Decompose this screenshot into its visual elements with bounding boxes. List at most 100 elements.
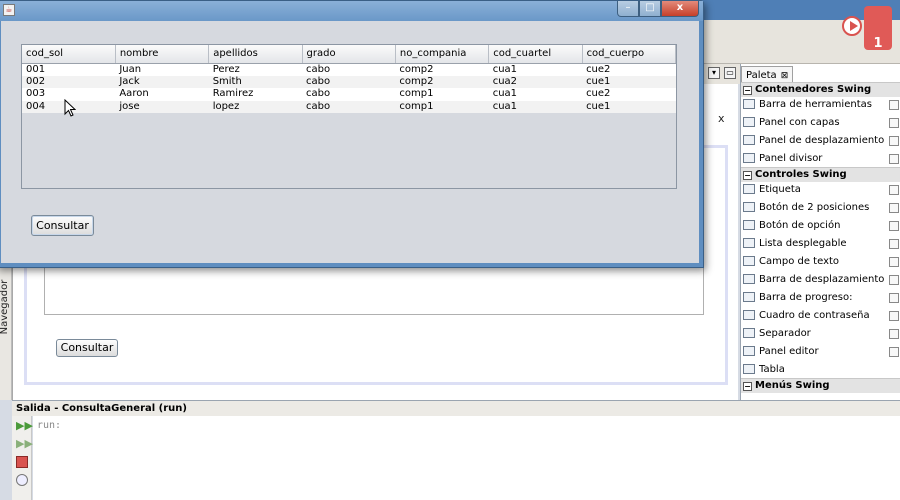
table-cell[interactable]: lopez: [208, 100, 303, 113]
table-cell[interactable]: cua1: [488, 100, 583, 113]
table-cell[interactable]: Perez: [208, 63, 303, 76]
palette-item[interactable]: Barra de progreso:: [743, 289, 899, 307]
settings-icon[interactable]: [16, 474, 28, 486]
rerun-different-icon[interactable]: ▶▶: [16, 438, 33, 450]
palette-item-label: Cuadro de contraseña: [759, 310, 870, 321]
designer-consultar-button[interactable]: Consultar: [56, 339, 118, 357]
editor-close-button[interactable]: x: [718, 112, 725, 125]
palette-item-label: Botón de opción: [759, 220, 841, 231]
column-header[interactable]: cod_sol: [22, 45, 116, 64]
preview-icon: [889, 293, 899, 303]
table-cell[interactable]: Smith: [208, 75, 303, 88]
tab-restore-icon[interactable]: ▭: [724, 67, 736, 79]
column-header[interactable]: nombre: [115, 45, 210, 64]
column-header[interactable]: cod_cuartel: [488, 45, 583, 64]
palette-item[interactable]: Lista desplegable: [743, 235, 899, 253]
preview-icon: [889, 347, 899, 357]
category-label: Menús Swing: [755, 380, 830, 391]
label-icon: [743, 184, 755, 194]
palette-item[interactable]: Botón de opción: [743, 217, 899, 235]
window-titlebar[interactable]: ☕ – □ x: [0, 1, 703, 21]
palette-item[interactable]: Barra de desplazamiento: [743, 271, 899, 289]
table-cell[interactable]: Jack: [115, 75, 209, 88]
table-cell[interactable]: cue2: [582, 63, 676, 76]
java-app-icon[interactable]: ☕: [3, 4, 15, 16]
window-content: cod_sol nombre apellidos grado no_compan…: [1, 21, 699, 263]
app-window: ☕ – □ x cod_sol nombre apellidos grado n…: [0, 0, 704, 268]
palette-category-controles[interactable]: − Controles Swing: [741, 167, 900, 182]
collapse-icon: −: [743, 171, 752, 180]
palette-category-menus[interactable]: − Menús Swing: [741, 378, 900, 393]
designer-table-outline: [44, 265, 704, 315]
table-cell[interactable]: cabo: [302, 100, 396, 113]
category-label: Controles Swing: [755, 169, 847, 180]
stop-icon[interactable]: [16, 456, 28, 468]
column-header[interactable]: cod_cuerpo: [582, 45, 677, 64]
table-cell[interactable]: cua1: [488, 63, 583, 76]
table-scroll-pane[interactable]: cod_sol nombre apellidos grado no_compan…: [21, 44, 677, 189]
maximize-button[interactable]: □: [639, 1, 661, 17]
table-cell[interactable]: Juan: [115, 63, 209, 76]
palette-category-contenedores[interactable]: − Contenedores Swing: [741, 82, 900, 97]
editor-tab-controls: ▾ ▭: [704, 64, 740, 84]
palette-item[interactable]: Cuadro de contraseña: [743, 307, 899, 325]
recording-badge[interactable]: 1: [842, 6, 894, 51]
toggle-button-icon: [743, 202, 755, 212]
palette-item-label: Panel de desplazamiento: [759, 135, 885, 146]
table-cell[interactable]: cue2: [582, 88, 676, 101]
table-cell[interactable]: cua2: [488, 75, 583, 88]
palette-item[interactable]: Panel divisor: [743, 150, 899, 168]
collapse-icon: −: [743, 382, 752, 391]
table-row[interactable]: 001 Juan Perez cabo comp2 cua1 cue2: [22, 63, 676, 76]
palette-item-label: Tabla: [759, 364, 785, 375]
preview-icon: [889, 118, 899, 128]
palette-item[interactable]: Barra de herramientas: [743, 96, 899, 114]
table-cell[interactable]: cue1: [582, 100, 676, 113]
output-console[interactable]: run:: [33, 416, 900, 500]
table-cell[interactable]: comp2: [395, 63, 489, 76]
palette-item[interactable]: Campo de texto: [743, 253, 899, 271]
column-header[interactable]: grado: [302, 45, 396, 64]
palette-item[interactable]: Panel con capas: [743, 114, 899, 132]
text-field-icon: [743, 256, 755, 266]
close-button[interactable]: x: [661, 1, 699, 17]
output-header: Salida - ConsultaGeneral (run): [12, 400, 900, 416]
column-header[interactable]: no_compania: [395, 45, 490, 64]
radio-button-icon: [743, 220, 755, 230]
separator-icon: [743, 328, 755, 338]
table-cell[interactable]: cua1: [488, 88, 583, 101]
table-cell[interactable]: 002: [22, 75, 116, 88]
table-row[interactable]: 003 Aaron Ramirez cabo comp1 cua1 cue2: [22, 88, 676, 101]
combo-box-icon: [743, 238, 755, 248]
column-header[interactable]: apellidos: [208, 45, 303, 64]
rerun-icon[interactable]: ▶▶: [16, 420, 33, 432]
collapse-icon: −: [743, 86, 752, 95]
palette-item[interactable]: Panel de desplazamiento: [743, 132, 899, 150]
palette-item[interactable]: Tabla: [743, 361, 899, 379]
palette-item-label: Lista desplegable: [759, 238, 847, 249]
table-cell[interactable]: comp1: [395, 88, 489, 101]
palette-close-icon[interactable]: ⊠: [781, 71, 789, 81]
table-cell[interactable]: comp1: [395, 100, 489, 113]
table-cell[interactable]: cabo: [302, 88, 396, 101]
table-cell[interactable]: cabo: [302, 75, 396, 88]
consultar-button[interactable]: Consultar: [31, 215, 94, 236]
palette-item[interactable]: Separador: [743, 325, 899, 343]
palette-item[interactable]: Botón de 2 posiciones: [743, 199, 899, 217]
table-cell[interactable]: Ramirez: [208, 88, 303, 101]
table-cell[interactable]: cabo: [302, 63, 396, 76]
tab-dropdown-icon[interactable]: ▾: [708, 67, 720, 79]
table-row[interactable]: 004 jose lopez cabo comp1 cua1 cue1: [22, 100, 676, 113]
table-cell[interactable]: Aaron: [115, 88, 209, 101]
palette-panel: Paleta ⊠ − Contenedores Swing Barra de her…: [740, 64, 900, 400]
palette-item[interactable]: Etiqueta: [743, 181, 899, 199]
table-cell[interactable]: cue1: [582, 75, 676, 88]
minimize-button[interactable]: –: [617, 1, 639, 17]
results-table[interactable]: cod_sol nombre apellidos grado no_compan…: [22, 45, 677, 113]
table-cell[interactable]: jose: [115, 100, 209, 113]
palette-item[interactable]: Panel editor: [743, 343, 899, 361]
table-cell[interactable]: 001: [22, 63, 116, 76]
preview-icon: [889, 329, 899, 339]
table-row[interactable]: 002 Jack Smith cabo comp2 cua2 cue1: [22, 75, 676, 88]
table-cell[interactable]: comp2: [395, 75, 489, 88]
